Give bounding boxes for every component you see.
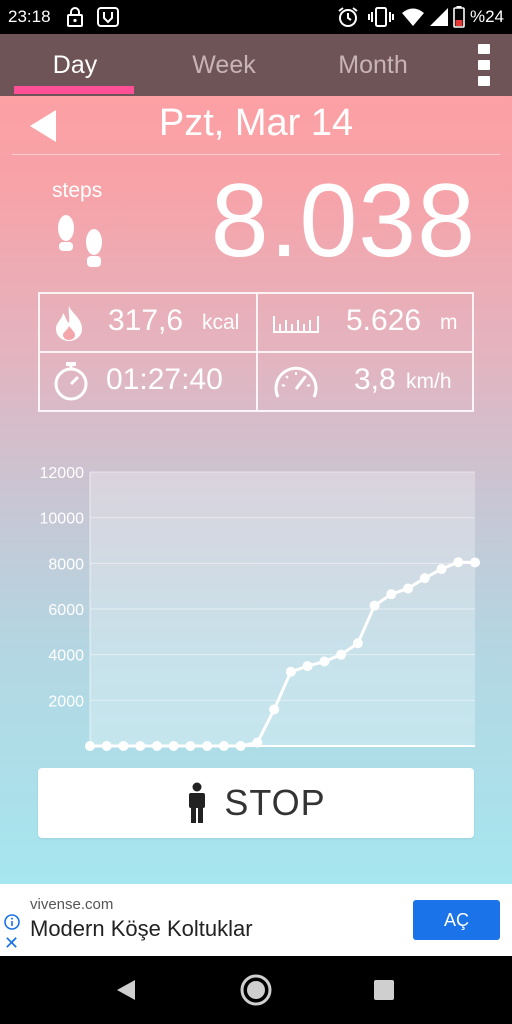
chart-data-point (168, 741, 179, 751)
battery-icon (452, 6, 466, 28)
ad-info-icon[interactable] (4, 914, 20, 930)
chart-data-point (118, 741, 129, 751)
chart-data-point (403, 583, 414, 594)
chart-data-point (101, 741, 112, 751)
ad-banner[interactable]: ✕ vivense.com Modern Köşe Koltuklar AÇ (0, 884, 512, 956)
stop-button[interactable]: STOP (38, 768, 474, 838)
lock-icon (64, 6, 86, 28)
chart-y-tick-label: 10000 (40, 511, 85, 528)
status-time: 23:18 (8, 7, 51, 26)
chart-y-tick-label: 4000 (48, 648, 84, 665)
speed-unit: km/h (406, 370, 452, 393)
home-nav-icon[interactable] (236, 970, 276, 1010)
steps-label: steps (52, 179, 103, 202)
chart-data-point (252, 737, 263, 748)
speed-value: 3,8 (354, 363, 396, 396)
alarm-icon (336, 6, 360, 28)
ruler-icon (272, 314, 320, 339)
speed-stat: 3,8 km/h (258, 353, 474, 409)
distance-unit: m (440, 311, 458, 334)
navigation-bar (0, 956, 512, 1024)
chart-data-point (319, 656, 330, 667)
chart-data-point (218, 741, 229, 751)
chart-y-tick-label: 6000 (48, 602, 84, 619)
tab-indicator (14, 86, 134, 94)
ad-open-button[interactable]: AÇ (413, 900, 500, 940)
chart-data-point (135, 741, 146, 751)
chart-data-point (386, 589, 397, 600)
date-row: Pzt, Mar 14 (0, 96, 512, 158)
distance-stat: 5.626 m (258, 294, 474, 350)
chart-data-point (453, 557, 464, 568)
chart-data-point (336, 649, 347, 660)
chart-data-point (352, 638, 363, 649)
chart-data-point (436, 564, 447, 575)
date-title: Pzt, Mar 14 (158, 102, 354, 144)
chart-data-point (470, 557, 480, 568)
app-content: Day Week Month Pzt, Mar 14 steps 8.038 3… (0, 34, 512, 884)
chart-data-point (302, 661, 313, 672)
tab-week[interactable]: Week (149, 34, 299, 96)
duration-stat: 01:27:40 (40, 353, 256, 409)
duration-value: 01:27:40 (106, 363, 223, 396)
steps-count: 8.038 (210, 163, 476, 279)
chart-y-tick-label: 8000 (48, 556, 84, 573)
ad-close-icon[interactable]: ✕ (4, 934, 19, 952)
footprints-icon (52, 214, 110, 276)
chart-data-point (151, 741, 162, 751)
chart-data-point (185, 741, 196, 751)
vpn-icon (96, 6, 120, 28)
chart-y-tick-label: 2000 (48, 693, 84, 710)
tab-month[interactable]: Month (298, 34, 448, 96)
stopwatch-icon (52, 361, 90, 406)
person-icon (189, 782, 206, 823)
chart-data-point (235, 741, 246, 751)
chart-data-point (369, 600, 380, 611)
back-nav-icon[interactable] (106, 970, 146, 1010)
tab-bar: Day Week Month (0, 34, 512, 96)
chart-data-point (85, 741, 95, 751)
calories-value: 317,6 (108, 304, 184, 337)
vibrate-icon (368, 6, 394, 28)
status-bar: 23:18 %24 (0, 0, 512, 34)
battery-percent: %24 (469, 7, 504, 26)
ad-title[interactable]: Modern Köşe Koltuklar (30, 916, 253, 942)
steps-line-chart: 2000400060008000100001200024681012141618… (40, 465, 480, 751)
calories-stat: 317,6 kcal (40, 294, 256, 350)
chart-data-point (269, 704, 280, 715)
chart-y-tick-label: 12000 (40, 465, 85, 482)
signal-icon (428, 6, 450, 28)
overflow-menu-icon[interactable] (476, 44, 492, 86)
ad-domain: vivense.com (30, 896, 114, 913)
chart-data-point (285, 666, 296, 677)
stats-grid: 317,6 kcal 5.626 m 01:27:40 3,8 km/h (38, 292, 474, 412)
recents-nav-icon[interactable] (364, 970, 404, 1010)
flame-icon (52, 304, 86, 347)
distance-value: 5.626 (346, 304, 422, 337)
wifi-icon (400, 6, 426, 28)
chart-data-point (202, 741, 213, 751)
divider (12, 154, 500, 155)
speedometer-icon (272, 363, 320, 406)
stop-button-label: STOP (224, 782, 326, 823)
calories-unit: kcal (202, 311, 240, 334)
chart-data-point (419, 573, 430, 584)
